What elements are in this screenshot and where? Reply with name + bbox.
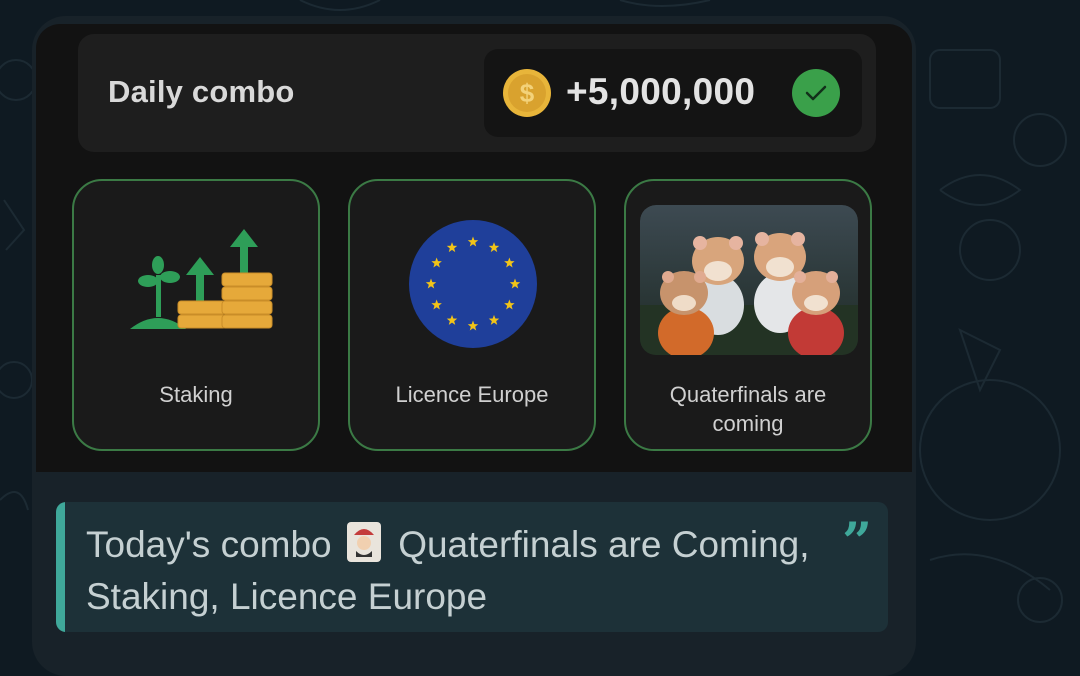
- card-label-staking: Staking: [159, 382, 233, 407]
- card-label-quaterfinals-line2: coming: [712, 411, 784, 436]
- joker-card-icon: [346, 522, 381, 562]
- combo-screenshot[interactable]: Daily combo $ +5,000,000 Staking Licence…: [36, 24, 912, 472]
- reward-amount: +5,000,000: [566, 71, 756, 112]
- chat-message-bubble: Daily combo $ +5,000,000 Staking Licence…: [32, 16, 916, 676]
- card-staking[interactable]: Staking: [72, 179, 320, 451]
- daily-combo-title: Daily combo: [108, 74, 295, 109]
- card-licence-europe[interactable]: Licence Europe: [348, 179, 596, 451]
- quote-accent-bar: [56, 502, 65, 632]
- svg-text:$: $: [520, 78, 535, 108]
- daily-combo-header: Daily combo $ +5,000,000: [78, 34, 876, 152]
- card-quaterfinals[interactable]: Quaterfinals are coming: [624, 179, 872, 451]
- message-quote: Today's combo Quaterfinals are Coming, S…: [56, 502, 888, 632]
- check-icon: [792, 69, 840, 117]
- card-label-licence-europe: Licence Europe: [395, 382, 549, 407]
- coin-icon: $: [503, 69, 551, 117]
- card-label-quaterfinals: Quaterfinals are coming: [626, 380, 870, 438]
- card-label-quaterfinals-line1: Quaterfinals are: [669, 382, 827, 407]
- reward-pill: $ +5,000,000: [484, 49, 862, 137]
- message-text-before: Today's combo: [86, 524, 332, 565]
- message-text: Today's combo Quaterfinals are Coming, S…: [86, 519, 846, 623]
- staking-icon: [130, 229, 273, 329]
- hamsters-image: [640, 205, 858, 355]
- eu-flag-icon: [409, 220, 537, 348]
- quote-icon: ”: [842, 512, 872, 573]
